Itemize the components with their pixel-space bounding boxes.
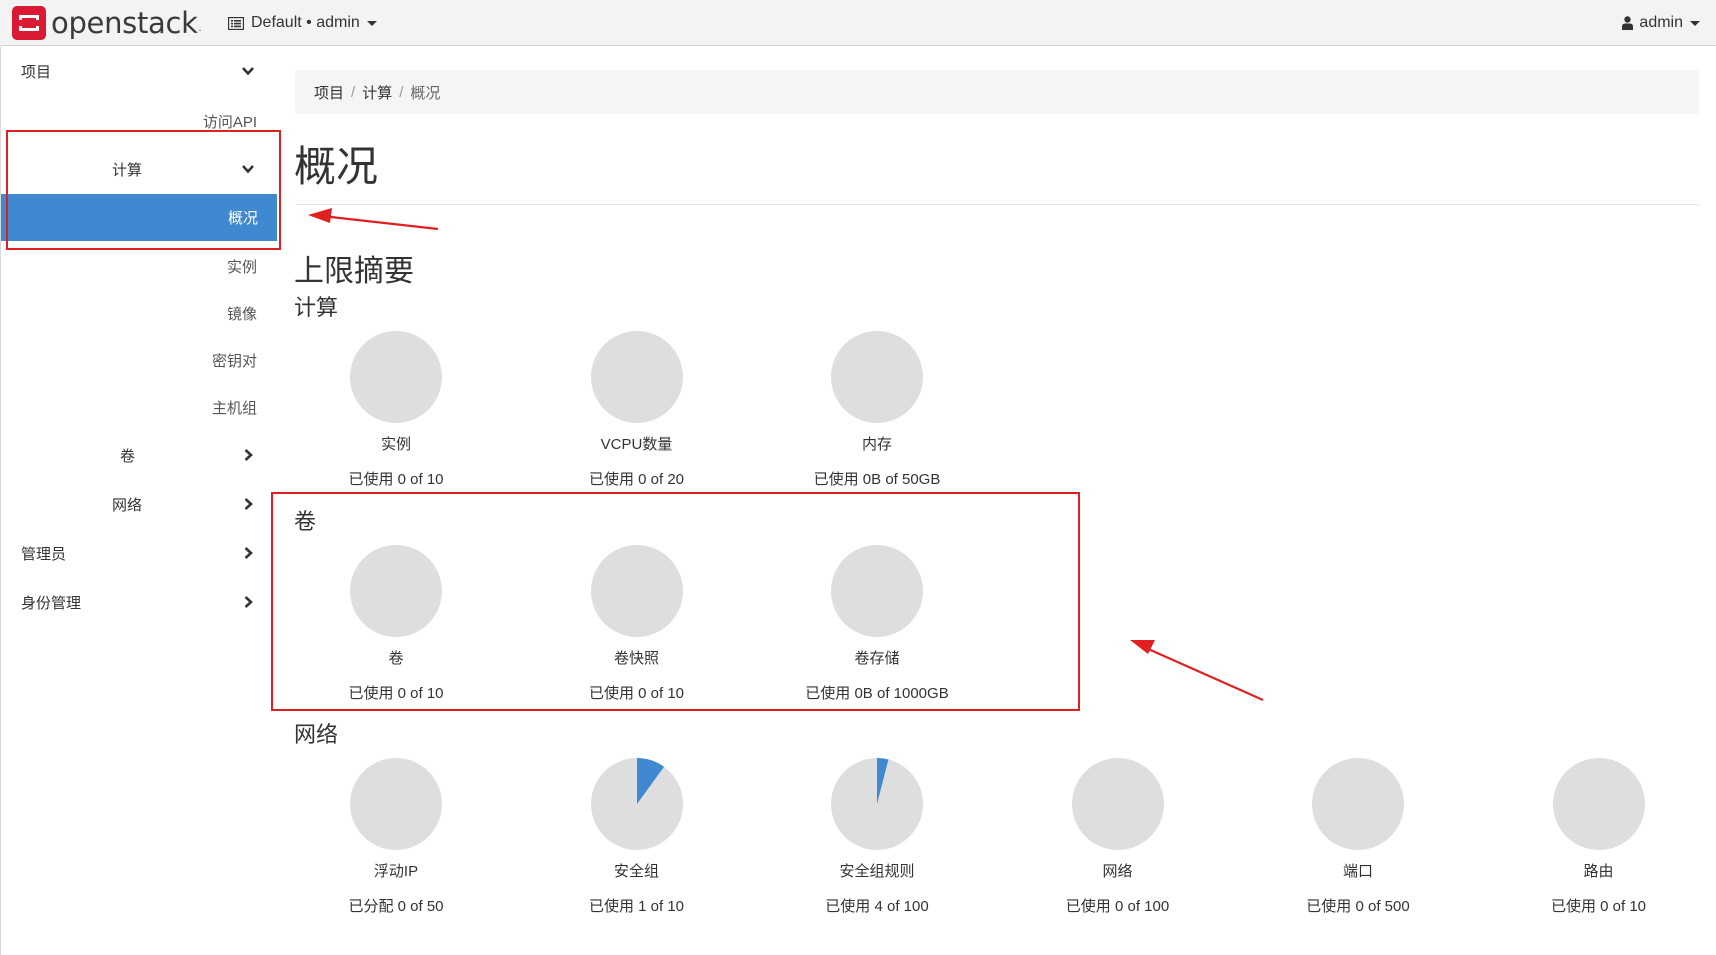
pie-chart xyxy=(590,758,683,850)
quota-pie-compute-1: VCPU数量 已使用 0 of 20 xyxy=(517,331,757,489)
quota-pie-compute-0: 实例已使用 0 of 10 xyxy=(276,331,516,489)
annotation-box-compute-menu xyxy=(6,130,281,250)
breadcrumb-project[interactable]: 项目 xyxy=(314,82,344,103)
pie-background xyxy=(350,331,442,423)
breadcrumb-separator: / xyxy=(351,83,356,101)
quota-pie-network-5: 路由已使用 0 of 10 xyxy=(1479,758,1716,916)
quota-pie-network-4: 端口已使用 0 of 500 xyxy=(1238,758,1478,916)
user-name: admin xyxy=(1639,14,1683,31)
sidebar-item-label: 卷 xyxy=(120,448,136,465)
breadcrumb-compute[interactable]: 计算 xyxy=(362,82,392,103)
pie-chart xyxy=(350,758,442,850)
sidebar-item-key-pairs[interactable]: 密钥对 xyxy=(212,350,257,371)
quota-label: 内存 xyxy=(861,436,892,453)
user-icon xyxy=(1622,16,1634,30)
logo-mark: . xyxy=(198,23,202,34)
quota-pie-network-3: 网络已使用 0 of 100 xyxy=(998,758,1238,916)
annotation-arrow-volumes xyxy=(1130,640,1264,702)
quota-pie-network-0: 浮动IP 已分配 0 of 50 xyxy=(276,758,516,916)
breadcrumb-current: 概况 xyxy=(410,84,441,102)
quota-pie-network-2: 安全组规则已使用 4 of 100 xyxy=(757,758,997,916)
quota-label: 安全组规则 xyxy=(839,863,915,880)
quota-label: 安全组 xyxy=(613,863,659,880)
quota-label: 网络 xyxy=(1102,863,1133,880)
limit-summary-heading: 上限摘要 xyxy=(294,255,414,288)
pie-chart xyxy=(1312,758,1404,850)
quota-usage: 已使用 0 of 20 xyxy=(588,471,685,488)
quota-usage: 已分配 0 of 50 xyxy=(348,898,444,915)
quota-usage: 已使用 0 of 10 xyxy=(1550,898,1647,915)
sidebar-item-network[interactable]: 网络 xyxy=(1,492,277,516)
chevron-down-icon xyxy=(242,67,254,76)
quota-usage: 已使用 4 of 100 xyxy=(825,898,929,915)
quota-label: 浮动IP xyxy=(373,863,419,880)
chevron-right-icon xyxy=(244,596,253,608)
pie-background xyxy=(1071,758,1164,850)
sidebar-item-images[interactable]: 镜像 xyxy=(227,303,257,324)
caret-down-icon xyxy=(1690,20,1700,26)
pie-chart xyxy=(831,331,923,423)
pie-background xyxy=(590,331,683,423)
sidebar-item-volumes[interactable]: 卷 xyxy=(1,443,277,467)
sidebar-item-label: 网络 xyxy=(112,497,143,514)
compute-section-heading: 计算 xyxy=(294,295,339,320)
openstack-logo[interactable]: openstack . xyxy=(12,6,201,40)
logo-text: openstack xyxy=(51,6,198,40)
chevron-right-icon xyxy=(244,449,253,461)
sidebar-item-instances[interactable]: 实例 xyxy=(227,256,257,277)
sidebar-item-admin[interactable]: 管理员 xyxy=(1,541,277,565)
pie-background xyxy=(350,758,442,850)
breadcrumb: 项目 / 计算 / 概况 xyxy=(295,70,1699,114)
pie-background xyxy=(1312,758,1404,850)
quota-pie-compute-2: 内存已使用 0B of 50GB xyxy=(757,331,997,489)
sidebar-item-identity[interactable]: 身份管理 xyxy=(1,590,277,614)
openstack-logo-icon xyxy=(12,6,46,40)
sidebar-item-server-groups[interactable]: 主机组 xyxy=(212,397,257,418)
pie-chart xyxy=(590,331,683,423)
quota-label: 端口 xyxy=(1342,863,1373,880)
page-title: 概况 xyxy=(294,143,379,190)
pie-chart xyxy=(1552,758,1645,850)
quota-label: 实例 xyxy=(380,436,411,453)
annotation-box-volume-quotas xyxy=(271,492,1080,711)
quota-label: VCPU数量 xyxy=(600,436,673,453)
network-section-heading: 网络 xyxy=(294,722,339,747)
top-navbar: openstack . Default • admin admin xyxy=(0,0,1716,46)
sidebar-item-label: 身份管理 xyxy=(21,595,82,612)
quota-label: 路由 xyxy=(1583,863,1614,880)
sidebar-item-label: 项目 xyxy=(21,64,52,81)
chevron-right-icon xyxy=(244,547,253,559)
list-icon xyxy=(228,16,244,30)
sidebar-item-api-access[interactable]: 访问API xyxy=(203,111,257,132)
quota-usage: 已使用 0B of 50GB xyxy=(813,471,941,488)
quota-pie-network-1: 安全组已使用 1 of 10 xyxy=(517,758,757,916)
quota-usage: 已使用 0 of 10 xyxy=(348,471,444,488)
app-window: openstack . Default • admin admin 项目 访问A… xyxy=(0,0,1716,955)
project-context-label: Default • admin xyxy=(251,14,360,31)
quota-usage: 已使用 0 of 500 xyxy=(1306,898,1410,915)
pie-chart xyxy=(350,331,442,423)
project-context-dropdown[interactable]: Default • admin xyxy=(228,0,377,46)
pie-chart xyxy=(831,758,923,850)
quota-usage: 已使用 0 of 100 xyxy=(1065,898,1170,915)
pie-chart xyxy=(1071,758,1164,850)
pie-background xyxy=(1552,758,1645,850)
user-menu-dropdown[interactable]: admin xyxy=(1622,0,1700,46)
sidebar-item-project[interactable]: 项目 xyxy=(1,59,277,83)
sidebar-item-label: 管理员 xyxy=(21,546,67,563)
breadcrumb-separator: / xyxy=(399,83,404,101)
quota-usage: 已使用 1 of 10 xyxy=(588,898,685,915)
title-divider xyxy=(295,204,1699,205)
caret-down-icon xyxy=(366,20,377,26)
annotation-arrow-overview xyxy=(308,208,439,231)
chevron-right-icon xyxy=(244,498,253,510)
pie-background xyxy=(831,331,923,423)
